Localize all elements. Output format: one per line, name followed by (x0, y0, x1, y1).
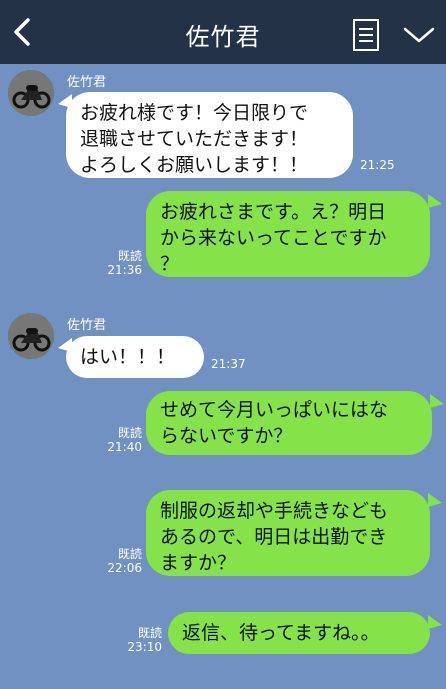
avatar[interactable] (8, 70, 54, 116)
bubble-tail (428, 615, 442, 629)
read-receipt: 既読 (117, 426, 142, 440)
bubble-tail (428, 194, 442, 208)
bubble-tail (430, 394, 444, 408)
message-bubble-outgoing[interactable]: 返信、待ってますね。。 (168, 612, 430, 654)
message-bubble-outgoing[interactable]: 制服の返却や手続きなども あるので、明日は出勤でき ますか？ (146, 490, 430, 576)
read-receipt: 既読 (137, 626, 162, 640)
notes-button[interactable] (349, 16, 383, 54)
sender-name: 佐竹君 (67, 75, 107, 90)
message-bubble-incoming[interactable]: お疲れ様です！今日限りで 退職させていただきます！ よろしくお願いします！！ (66, 92, 353, 178)
chat-header: 佐竹君 (0, 0, 446, 64)
read-receipt: 既読 (117, 547, 142, 561)
message-time: 21:25 (360, 158, 395, 172)
chevron-down-icon (403, 27, 435, 43)
chevron-left-icon (14, 18, 30, 46)
message-time: 21:36 (107, 263, 142, 277)
message-bubble-outgoing[interactable]: お疲れさまです。え？明日 から来ないってことですか ？ (146, 191, 430, 277)
read-receipt: 既読 (117, 249, 142, 263)
dropdown-button[interactable] (397, 18, 441, 52)
notes-icon (353, 19, 379, 51)
motorcycle-icon (8, 70, 54, 116)
bubble-tail (428, 493, 442, 507)
message-time: 21:37 (211, 357, 246, 371)
back-button[interactable] (6, 12, 38, 52)
message-bubble-outgoing[interactable]: せめて今月いっぱいにはな らないですか？ (146, 391, 432, 455)
sender-name: 佐竹君 (67, 318, 107, 333)
message-time: 23:10 (127, 640, 162, 654)
motorcycle-icon (8, 313, 54, 359)
message-bubble-incoming[interactable]: はい！！！ (66, 336, 204, 378)
message-time: 21:40 (107, 440, 142, 454)
message-time: 22:06 (107, 561, 142, 575)
avatar[interactable] (8, 313, 54, 359)
